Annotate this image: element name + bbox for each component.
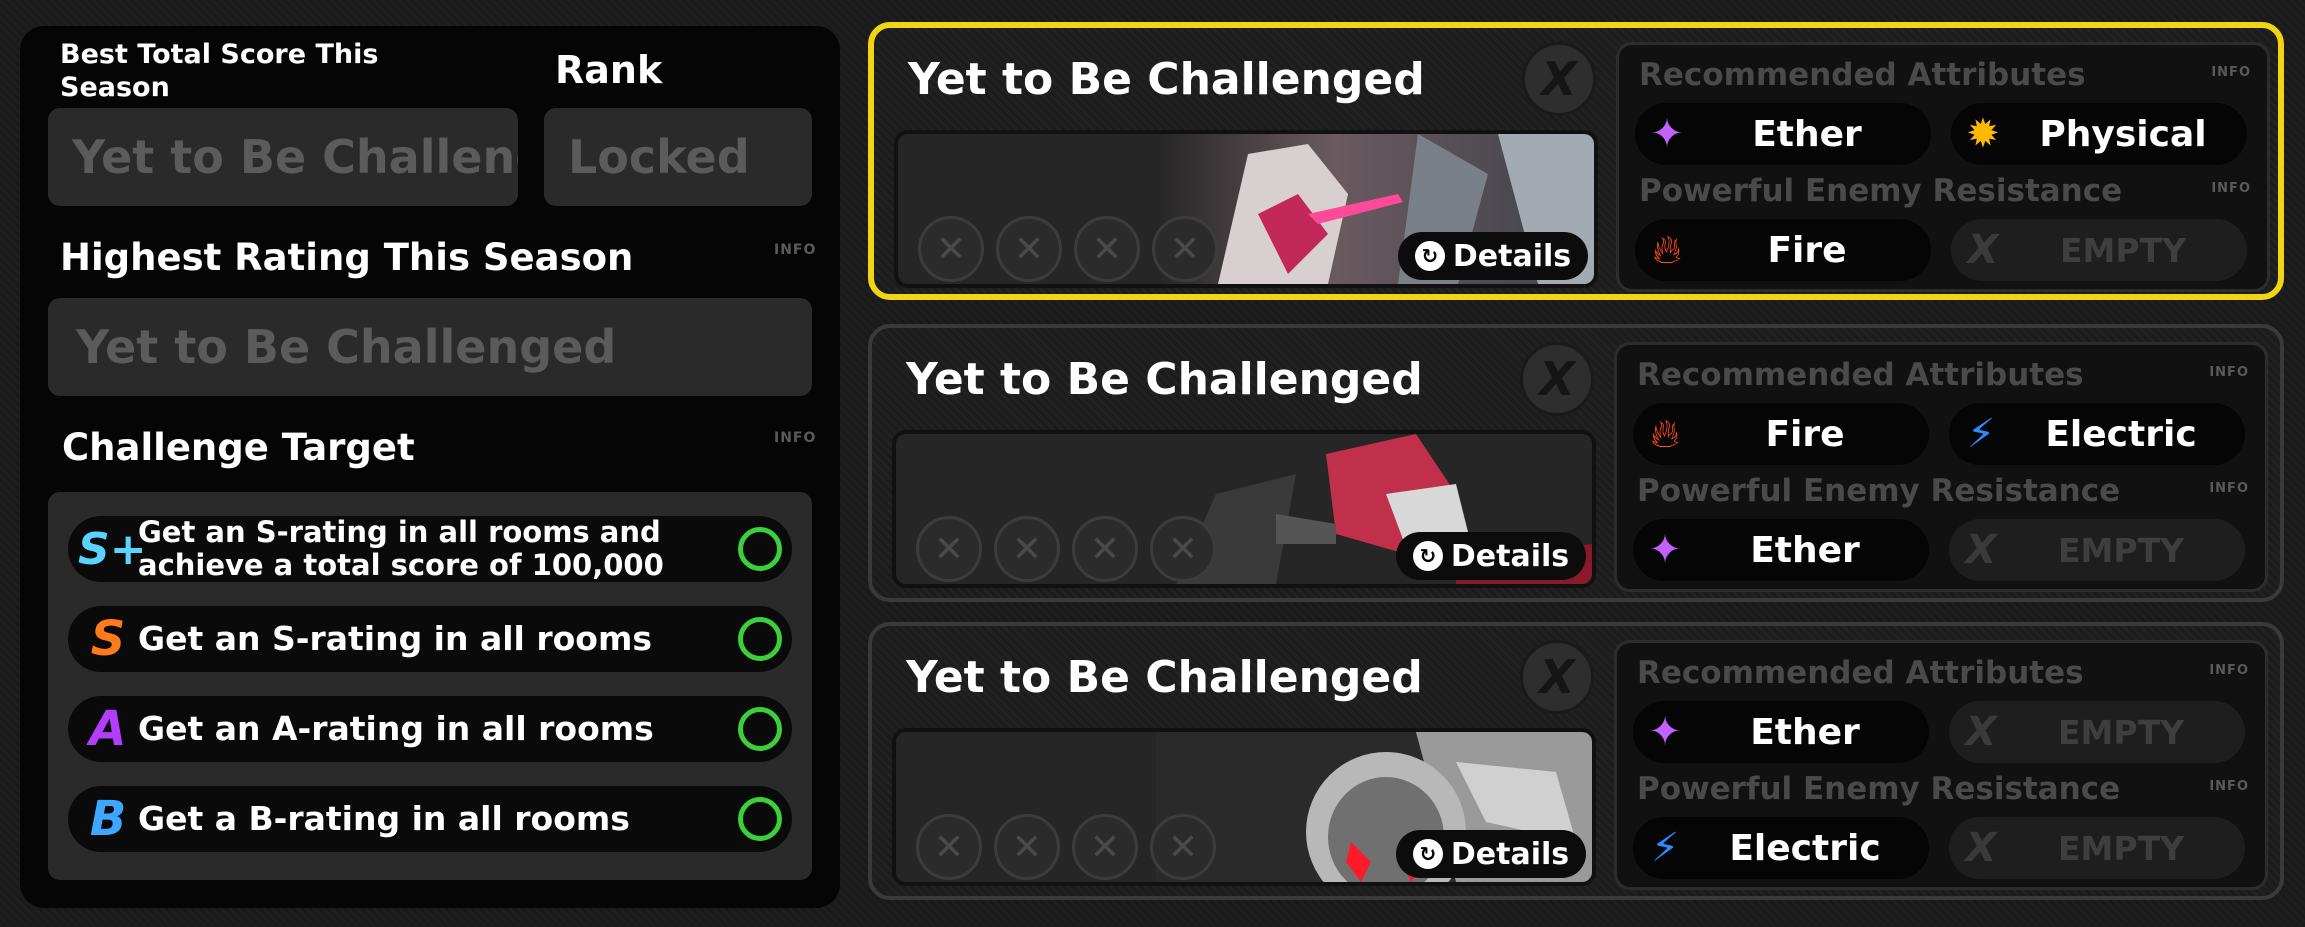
highest-rating-info-button[interactable]: INFO (774, 242, 816, 258)
empty-slot-icon[interactable]: ✕ (1074, 216, 1140, 282)
physical-icon: ✹ (1966, 111, 2000, 157)
challenge-card-3[interactable]: Yet to Be Challenged X ✕ ✕ ✕ ✕ ↻ Details… (868, 622, 2284, 900)
electric-icon: ⚡︎ (1650, 825, 1680, 871)
resistance-attr-chip: X EMPTY (1949, 519, 2245, 581)
rank-value: Locked (544, 108, 812, 206)
recommended-label: Recommended Attributes (1637, 357, 2084, 393)
empty-slot-icon[interactable]: ✕ (1152, 216, 1218, 282)
details-button[interactable]: ↻ Details (1398, 232, 1588, 280)
recommended-attr-chip: ✦ Ether (1635, 103, 1931, 165)
empty-x-icon: X (1965, 709, 1997, 755)
empty-slot-icon[interactable]: ✕ (916, 814, 982, 880)
electric-icon: ⚡︎ (1966, 411, 1996, 457)
clear-team-button[interactable]: X (1522, 42, 1596, 116)
clear-team-button[interactable]: X (1520, 342, 1594, 416)
rank-s-icon: S (90, 611, 126, 667)
rank-label: Rank (555, 48, 663, 92)
rank-s-plus-icon: S+ (78, 523, 147, 575)
check-circle-icon (738, 707, 782, 751)
empty-slot-icon[interactable]: ✕ (1150, 516, 1216, 582)
recommended-label: Recommended Attributes (1639, 57, 2086, 93)
rank-b-icon: B (89, 791, 127, 847)
challenge-target-label: Challenge Target (62, 426, 415, 469)
resistance-attr-chip: ✦ Ether (1633, 519, 1929, 581)
target-row-s-plus: S+ Get an S-rating in all rooms and achi… (68, 516, 792, 582)
details-label: Details (1450, 538, 1570, 574)
target-text: Get an S-rating in all rooms and achieve… (138, 515, 664, 582)
card-title: Yet to Be Challenged (906, 354, 1423, 405)
target-text: Get an A-rating in all rooms (138, 709, 654, 748)
empty-slot-icon[interactable]: ✕ (994, 516, 1060, 582)
resistance-attr-chip: X EMPTY (1949, 817, 2245, 879)
details-icon: ↻ (1412, 541, 1443, 571)
enemy-preview: ✕ ✕ ✕ ✕ ↻ Details (892, 728, 1596, 886)
ether-icon: ✦ (1648, 709, 1682, 755)
details-label: Details (1452, 238, 1572, 274)
empty-slot-icon[interactable]: ✕ (994, 814, 1060, 880)
target-row-s: S Get an S-rating in all rooms (68, 606, 792, 672)
attribute-panel: Recommended Attributes INFO 🔥︎ Fire ⚡︎ E… (1614, 342, 2268, 592)
attribute-panel: Recommended Attributes INFO ✦ Ether X EM… (1614, 640, 2268, 890)
target-row-a: A Get an A-rating in all rooms (68, 696, 792, 762)
recommended-attr-chip: X EMPTY (1949, 701, 2245, 763)
fire-icon: 🔥︎ (1652, 227, 1682, 273)
resistance-info-button[interactable]: INFO (2209, 481, 2249, 496)
empty-x-icon: X (1967, 227, 1999, 273)
details-button[interactable]: ↻ Details (1396, 532, 1586, 580)
recommended-attr-chip: ✹ Physical (1951, 103, 2247, 165)
resistance-attr-chip: X EMPTY (1951, 219, 2247, 281)
empty-slot-icon[interactable]: ✕ (918, 216, 984, 282)
resistance-label: Powerful Enemy Resistance (1639, 173, 2123, 209)
clear-team-button[interactable]: X (1520, 640, 1594, 714)
recommended-info-button[interactable]: INFO (2211, 65, 2251, 80)
resistance-attr-chip: ⚡︎ Electric (1633, 817, 1929, 879)
recommended-attr-chip: 🔥︎ Fire (1633, 403, 1929, 465)
ether-icon: ✦ (1648, 527, 1682, 573)
target-row-b: B Get a B-rating in all rooms (68, 786, 792, 852)
details-button[interactable]: ↻ Details (1396, 830, 1586, 878)
empty-slot-icon[interactable]: ✕ (1072, 814, 1138, 880)
resistance-label: Powerful Enemy Resistance (1637, 771, 2121, 807)
empty-x-icon: X (1965, 527, 1997, 573)
empty-slot-icon[interactable]: ✕ (916, 516, 982, 582)
attribute-panel: Recommended Attributes INFO ✦ Ether ✹ Ph… (1616, 42, 2270, 292)
recommended-attr-chip: ⚡︎ Electric (1949, 403, 2245, 465)
score-panel: Best Total Score This Season Rank Yet to… (20, 26, 840, 908)
details-icon: ↻ (1412, 839, 1443, 869)
challenge-target-info-button[interactable]: INFO (774, 430, 816, 446)
empty-x-icon: X (1965, 825, 1997, 871)
target-text: Get an S-rating in all rooms (138, 619, 652, 658)
rank-a-icon: A (89, 701, 127, 757)
challenge-target-list: S+ Get an S-rating in all rooms and achi… (48, 492, 812, 880)
challenge-card-2[interactable]: Yet to Be Challenged X ✕ ✕ ✕ ✕ ↻ Details… (868, 324, 2284, 602)
challenge-card-1[interactable]: Yet to Be Challenged X ✕ ✕ ✕ ✕ ↻ Details… (868, 22, 2284, 300)
card-title: Yet to Be Challenged (906, 652, 1423, 703)
fire-icon: 🔥︎ (1650, 411, 1680, 457)
best-score-value: Yet to Be Challenged (48, 108, 518, 206)
empty-slot-icon[interactable]: ✕ (996, 216, 1062, 282)
best-score-label: Best Total Score This Season (60, 39, 379, 103)
details-label: Details (1450, 836, 1570, 872)
recommended-label: Recommended Attributes (1637, 655, 2084, 691)
resistance-label: Powerful Enemy Resistance (1637, 473, 2121, 509)
empty-slot-icon[interactable]: ✕ (1072, 516, 1138, 582)
highest-rating-label: Highest Rating This Season (60, 236, 634, 279)
resistance-info-button[interactable]: INFO (2211, 181, 2251, 196)
card-title: Yet to Be Challenged (908, 54, 1425, 105)
check-circle-icon (738, 527, 782, 571)
resistance-info-button[interactable]: INFO (2209, 779, 2249, 794)
enemy-preview: ✕ ✕ ✕ ✕ ↻ Details (894, 130, 1598, 288)
resistance-attr-chip: 🔥︎ Fire (1635, 219, 1931, 281)
target-text: Get a B-rating in all rooms (138, 799, 630, 838)
empty-slot-icon[interactable]: ✕ (1150, 814, 1216, 880)
recommended-info-button[interactable]: INFO (2209, 365, 2249, 380)
enemy-preview: ✕ ✕ ✕ ✕ ↻ Details (892, 430, 1596, 588)
check-circle-icon (738, 797, 782, 841)
ether-icon: ✦ (1650, 111, 1684, 157)
recommended-info-button[interactable]: INFO (2209, 663, 2249, 678)
check-circle-icon (738, 617, 782, 661)
recommended-attr-chip: ✦ Ether (1633, 701, 1929, 763)
details-icon: ↻ (1414, 241, 1445, 271)
highest-rating-value: Yet to Be Challenged (48, 298, 812, 396)
